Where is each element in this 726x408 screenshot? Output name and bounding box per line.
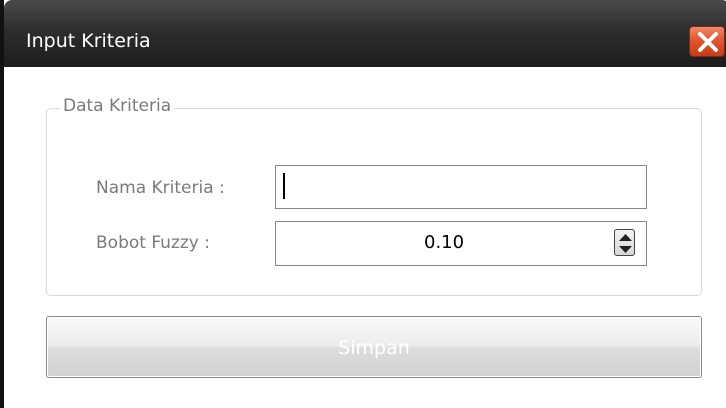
simpan-button[interactable]: Simpan xyxy=(46,316,702,378)
bobot-fuzzy-value: 0.10 xyxy=(424,232,465,253)
text-caret xyxy=(283,173,285,199)
bobot-fuzzy-label: Bobot Fuzzy : xyxy=(96,233,210,253)
simpan-button-label: Simpan xyxy=(338,337,410,359)
title-bar: Input Kriteria xyxy=(4,0,726,67)
input-kriteria-window: Input Kriteria Data Kriteria Nama Kriter… xyxy=(0,0,726,408)
spin-arrows-icon xyxy=(619,234,632,253)
close-icon xyxy=(698,32,718,52)
close-button[interactable] xyxy=(689,26,725,57)
spin-button[interactable] xyxy=(614,229,635,256)
nama-kriteria-input[interactable] xyxy=(275,165,647,209)
window-title: Input Kriteria xyxy=(26,30,151,52)
nama-kriteria-label: Nama Kriteria : xyxy=(96,178,225,198)
groupbox-legend: Data Kriteria xyxy=(60,95,175,117)
